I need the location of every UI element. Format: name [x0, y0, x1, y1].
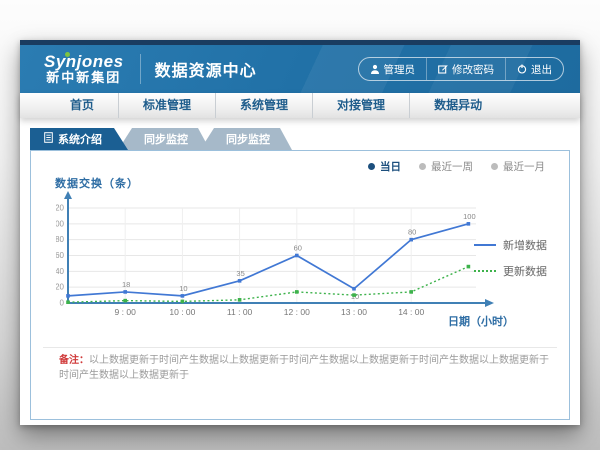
page-title: 数据资源中心	[155, 57, 257, 81]
svg-text:9 : 00: 9 : 00	[115, 307, 137, 317]
svg-text:14 : 00: 14 : 00	[398, 307, 424, 317]
note-label: 备注：	[59, 355, 89, 366]
svg-text:100: 100	[56, 219, 65, 228]
svg-text:0: 0	[60, 299, 65, 308]
chart-y-axis-title: 数据交换（条）	[55, 175, 139, 191]
tab-system-intro-label: 系统介绍	[58, 131, 102, 147]
nav-item-standard-mgmt[interactable]: 标准管理	[118, 93, 215, 118]
tab-sync-monitor-1[interactable]: 同步监控	[118, 128, 210, 150]
edit-icon	[438, 64, 448, 74]
radio-dot-icon	[491, 163, 498, 170]
app-header: Synjones 新中新集团 数据资源中心 管理员 修改密码	[20, 45, 580, 93]
filter-today[interactable]: 当日	[368, 159, 401, 174]
svg-text:40: 40	[56, 267, 65, 276]
filter-last-week[interactable]: 最近一周	[419, 159, 473, 174]
content-panel: 当日 最近一周 最近一月 数据交换（条） 0 20 40 60 80 100 120 9 : …	[30, 150, 570, 420]
legend-item-new-data: 新增数据	[474, 237, 547, 253]
tab-system-intro[interactable]: 系统介绍	[30, 128, 128, 150]
legend-item-updated-data-label: 更新数据	[503, 263, 547, 279]
radio-dot-icon	[419, 163, 426, 170]
svg-text:10: 10	[179, 284, 187, 293]
admin-button-label: 管理员	[384, 62, 416, 77]
logout-button-label: 退出	[531, 62, 552, 77]
legend-item-new-data-label: 新增数据	[503, 237, 547, 253]
filter-last-month-label: 最近一月	[503, 159, 545, 174]
svg-text:10 : 00: 10 : 00	[169, 307, 195, 317]
nav-item-system-mgmt[interactable]: 系统管理	[215, 93, 312, 118]
nav-item-home[interactable]: 首页	[46, 93, 118, 118]
chart-legend: 新增数据 更新数据	[474, 237, 547, 279]
user-toolbar: 管理员 修改密码 退出	[358, 57, 565, 81]
legend-item-updated-data: 更新数据	[474, 263, 547, 279]
main-nav: 首页 标准管理 系统管理 对接管理 数据异动	[20, 93, 580, 118]
brand-logo-cn: 新中新集团	[44, 71, 124, 85]
brand-logo: Synjones 新中新集团	[44, 53, 124, 84]
svg-text:18: 18	[122, 280, 130, 289]
svg-text:100: 100	[463, 212, 476, 221]
svg-text:12 : 00: 12 : 00	[284, 307, 310, 317]
range-filter-group: 当日 最近一周 最近一月	[368, 159, 545, 174]
tab-bar: 系统介绍 同步监控 同步监控	[30, 128, 292, 150]
svg-text:60: 60	[294, 244, 302, 253]
svg-text:120: 120	[56, 204, 65, 213]
footer-note: 备注：以上数据更新于时间产生数据以上数据更新于时间产生数据以上数据更新于时间产生…	[59, 353, 553, 383]
note-text: 以上数据更新于时间产生数据以上数据更新于时间产生数据以上数据更新于时间产生数据以…	[59, 355, 549, 381]
tab-sync-monitor-1-label: 同步监控	[144, 131, 188, 147]
page-background: { "brand": { "logo_en": "Synjones", "log…	[0, 0, 600, 450]
admin-button[interactable]: 管理员	[359, 58, 427, 80]
nav-item-data-change[interactable]: 数据异动	[409, 93, 506, 118]
svg-text:80: 80	[56, 235, 65, 244]
change-password-button-label: 修改密码	[452, 62, 494, 77]
filter-today-label: 当日	[380, 159, 401, 174]
svg-text:80: 80	[408, 228, 416, 237]
app-window: Synjones 新中新集团 数据资源中心 管理员 修改密码	[20, 40, 580, 425]
tab-sync-monitor-2-label: 同步监控	[226, 131, 270, 147]
change-password-button[interactable]: 修改密码	[426, 58, 505, 80]
line-chart: 0 20 40 60 80 100 120 9 : 00 10 : 00 11 : 00 12 : …	[56, 191, 501, 331]
note-divider	[43, 347, 557, 348]
radio-dot-icon	[368, 163, 375, 170]
filter-last-week-label: 最近一周	[431, 159, 473, 174]
power-icon	[517, 64, 527, 74]
logout-button[interactable]: 退出	[505, 58, 563, 80]
solid-line-icon	[474, 244, 496, 246]
dotted-line-icon	[474, 270, 496, 272]
document-icon	[44, 132, 53, 146]
header-divider	[140, 54, 141, 84]
user-icon	[370, 64, 380, 74]
svg-text:20: 20	[56, 283, 65, 292]
tab-sync-monitor-2[interactable]: 同步监控	[200, 128, 292, 150]
filter-last-month[interactable]: 最近一月	[491, 159, 545, 174]
svg-text:11 : 00: 11 : 00	[227, 307, 253, 317]
chart-x-axis-title: 日期（小时）	[448, 313, 514, 329]
svg-text:13 : 00: 13 : 00	[341, 307, 367, 317]
nav-item-interface-mgmt[interactable]: 对接管理	[312, 93, 409, 118]
svg-text:35: 35	[236, 269, 244, 278]
svg-text:60: 60	[56, 251, 65, 260]
brand-logo-en: Synjones	[44, 53, 124, 71]
